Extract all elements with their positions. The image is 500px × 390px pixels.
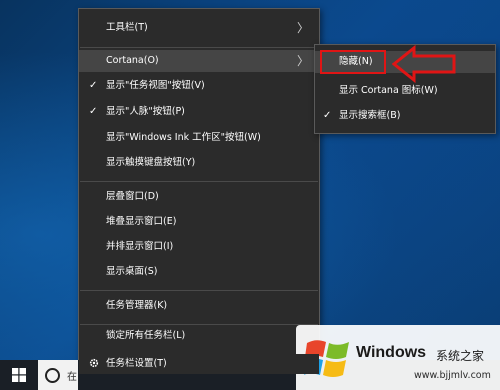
menu-item-show-touch-keyboard-button[interactable]: 显示触摸键盘按钮(Y) [79,152,319,174]
menu-item-label: 层叠窗口(D) [106,191,159,202]
menu-divider [80,290,318,291]
search-placeholder-text: 在 [67,372,77,383]
menu-item-show-windows-ink-button[interactable]: 显示"Windows Ink 工作区"按钮(W) [79,127,319,149]
annotation-arrow-icon [392,44,456,84]
gear-icon [89,354,99,374]
menu-item-label: 显示触摸键盘按钮(Y) [106,157,196,168]
menu-item-lock-taskbar[interactable]: 锁定所有任务栏(L) [79,328,319,344]
menu-item-label: 显示 Cortana 图标(W) [339,85,438,96]
menu-item-side-by-side-windows[interactable]: 并排显示窗口(I) [79,236,319,258]
menu-divider [80,47,318,48]
search-box[interactable]: 在 [38,360,78,390]
checkmark-icon: ✓ [323,110,332,121]
menu-item-task-manager[interactable]: 任务管理器(K) [79,295,319,317]
menu-item-label: 显示搜索框(B) [339,110,401,121]
menu-item-label: 显示桌面(S) [106,266,158,277]
menu-item-label: 工具栏(T) [106,22,148,33]
watermark: Windows 系统之家 www.bjjmlv.com [296,325,500,390]
menu-divider [80,324,318,325]
menu-item-show-people-button[interactable]: ✓ 显示"人脉"按钮(P) [79,101,319,123]
menu-item-label: 显示"人脉"按钮(P) [106,106,185,117]
menu-item-label: 堆叠显示窗口(E) [106,216,177,227]
menu-item-stack-windows[interactable]: 堆叠显示窗口(E) [79,211,319,233]
watermark-title: Windows [356,344,427,361]
menu-item-label: 任务管理器(K) [106,300,168,311]
watermark-subtitle: 系统之家 [436,349,485,363]
menu-item-label: 并排显示窗口(I) [106,241,174,252]
start-button[interactable] [0,360,38,390]
menu-item-label: 锁定所有任务栏(L) [106,330,186,341]
menu-item-cascade-windows[interactable]: 层叠窗口(D) [79,186,319,208]
checkmark-icon: ✓ [89,80,98,91]
submenu-arrow-icon: 〉 [296,21,309,35]
menu-item-toolbars[interactable]: 工具栏(T) 〉 [79,17,319,39]
menu-item-show-task-view-button[interactable]: ✓ 显示"任务视图"按钮(V) [79,75,319,97]
submenu-arrow-icon: 〉 [296,54,309,68]
menu-item-taskbar-settings[interactable]: 任务栏设置(T) [79,354,319,374]
menu-item-show-desktop[interactable]: 显示桌面(S) [79,261,319,283]
menu-item-label: 任务栏设置(T) [106,358,167,369]
menu-item-cortana[interactable]: Cortana(O) 〉 [79,50,319,72]
watermark-url: www.bjjmlv.com [414,370,491,381]
menu-divider [80,181,318,182]
windows-logo-icon [12,368,26,382]
menu-item-label: 显示"Windows Ink 工作区"按钮(W) [106,132,261,143]
menu-item-label: Cortana(O) [106,55,159,66]
checkmark-icon: ✓ [89,106,98,117]
submenu-item-show-search-box[interactable]: ✓ 显示搜索框(B) [315,105,495,127]
menu-item-label: 显示"任务视图"按钮(V) [106,80,205,91]
search-circle-icon [45,368,60,383]
taskbar-context-menu: 工具栏(T) 〉 Cortana(O) 〉 ✓ 显示"任务视图"按钮(V) ✓ … [78,8,320,362]
annotation-highlight-box [320,50,386,74]
